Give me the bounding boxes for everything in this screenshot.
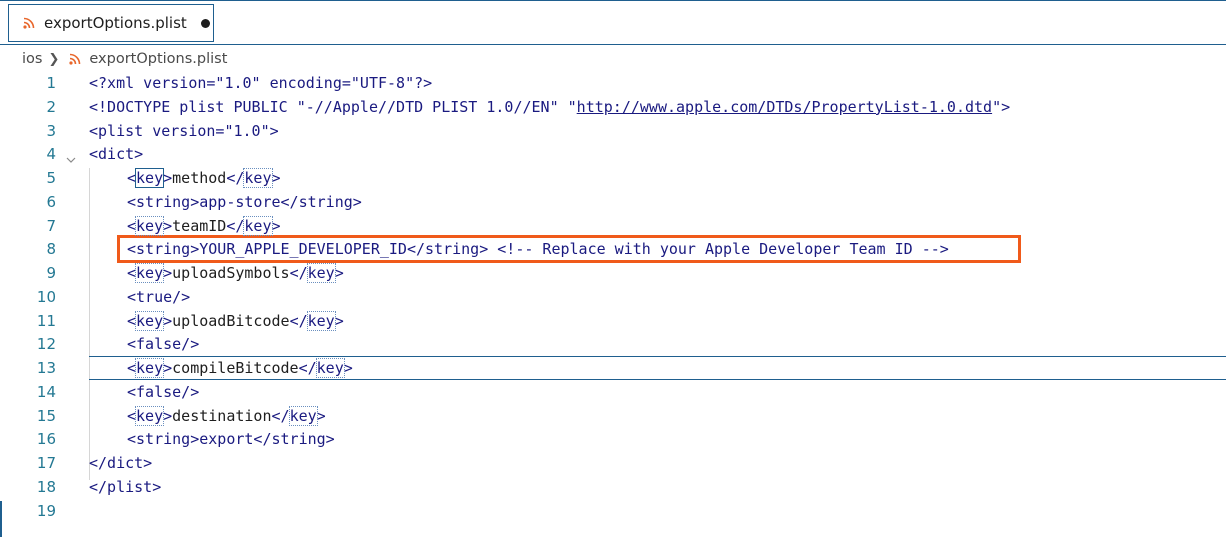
code-line[interactable]: 19	[0, 499, 1226, 523]
code-text: <string>app-store</string>	[127, 192, 362, 211]
code-text: <key>destination</key>	[127, 405, 326, 426]
code-line[interactable]: 14 <false/>	[0, 380, 1226, 404]
code-text: <key>uploadSymbols</key>	[127, 263, 344, 283]
tag-name: key	[243, 215, 273, 236]
line-number: 2	[46, 97, 56, 116]
code-text: <true/>	[127, 287, 191, 306]
code-line[interactable]: 10 <true/>	[0, 285, 1226, 309]
code-text: <key>teamID</key>	[127, 215, 281, 236]
line-number: 6	[46, 192, 56, 211]
tag-name: key	[306, 263, 336, 283]
tag-value: method	[172, 169, 227, 187]
line-number: 1	[46, 74, 56, 92]
tag-value: teamID	[172, 216, 227, 235]
code-text: <key>method</key>	[127, 168, 281, 188]
line-number: 13	[36, 359, 56, 377]
code-editor[interactable]: 1 <?xml version="1.0" encoding="UTF-8"?> 2…	[0, 71, 1226, 537]
code-line[interactable]: 8 <string>YOUR_APPLE_DEVELOPER_ID</string…	[0, 237, 1226, 261]
tag-name: key	[288, 405, 318, 426]
tag-value: uploadBitcode	[172, 311, 290, 330]
code-line[interactable]: 12 <false/>	[0, 332, 1226, 356]
line-number: 17	[36, 454, 56, 472]
tag-name: key	[135, 405, 165, 426]
code-text: <key>uploadBitcode</key>	[127, 310, 344, 331]
tag-name: key	[135, 310, 165, 331]
chevron-right-icon: ❯	[48, 51, 60, 67]
code-line[interactable]: 4 <dict>	[0, 142, 1226, 166]
line-number: 7	[46, 216, 56, 235]
tag-name: key	[135, 215, 165, 236]
code-line[interactable]: 17 </dict>	[0, 451, 1226, 475]
code-line[interactable]: 18 </plist>	[0, 475, 1226, 499]
rss-icon	[23, 17, 35, 29]
tag-name: key	[243, 168, 273, 188]
code-text: <key>compileBitcode</key>	[127, 358, 353, 378]
tab-label: exportOptions.plist	[44, 14, 187, 32]
tag-value: compileBitcode	[172, 359, 299, 377]
line-number: 14	[36, 382, 56, 401]
line-number: 12	[36, 335, 56, 354]
line-number: 10	[36, 287, 56, 306]
line-number: 11	[36, 311, 56, 330]
code-line[interactable]: 7 <key>teamID</key>	[0, 214, 1226, 238]
code-text: <string>YOUR_APPLE_DEVELOPER_ID</string>…	[127, 240, 949, 259]
line-number: 4	[46, 145, 56, 164]
tag-name: key	[306, 310, 336, 331]
code-line[interactable]: 11 <key>uploadBitcode</key>	[0, 309, 1226, 333]
line-number: 3	[46, 121, 56, 140]
line-number: 8	[46, 240, 56, 259]
code-text: </dict>	[89, 454, 153, 472]
breadcrumb: ios ❯ exportOptions.plist	[22, 48, 227, 70]
code-text: <dict>	[89, 145, 144, 164]
code-line[interactable]: 1 <?xml version="1.0" encoding="UTF-8"?>	[0, 71, 1226, 95]
tag-value: destination	[172, 406, 272, 425]
rss-icon	[69, 53, 81, 65]
unsaved-dot-icon[interactable]	[200, 18, 210, 28]
tag-name: key	[135, 168, 165, 188]
line-number: 16	[36, 430, 56, 449]
tag-name: key	[135, 263, 165, 283]
tab-exportoptions-plist[interactable]: exportOptions.plist	[8, 4, 214, 42]
code-text: </plist>	[89, 477, 162, 496]
code-line[interactable]: 9 <key>uploadSymbols</key>	[0, 261, 1226, 285]
code-text: <plist version="1.0">	[89, 121, 279, 140]
tab-bar: exportOptions.plist	[0, 0, 1226, 45]
breadcrumb-folder[interactable]: ios	[22, 51, 42, 67]
code-line[interactable]: 15 <key>destination</key>	[0, 404, 1226, 428]
code-line[interactable]: 16 <string>export</string>	[0, 427, 1226, 451]
line-number: 15	[36, 406, 56, 425]
line-number: 5	[46, 169, 56, 187]
code-text: <!DOCTYPE plist PUBLIC "-//Apple//DTD PL…	[89, 97, 1011, 116]
code-line[interactable]: 2 <!DOCTYPE plist PUBLIC "-//Apple//DTD P…	[0, 95, 1226, 119]
tag-value: uploadSymbols	[172, 264, 290, 282]
code-text: <false/>	[127, 382, 200, 401]
code-line[interactable]: 3 <plist version="1.0">	[0, 119, 1226, 143]
code-text: <?xml version="1.0" encoding="UTF-8"?>	[89, 74, 433, 92]
code-text: <string>export</string>	[127, 430, 335, 449]
tag-name: key	[315, 358, 345, 378]
dtd-link[interactable]: http://www.apple.com/DTDs/PropertyList-1…	[577, 98, 992, 116]
code-line[interactable]: 5 <key>method</key>	[0, 166, 1226, 190]
line-number: 9	[46, 264, 56, 282]
code-line[interactable]: 6 <string>app-store</string>	[0, 190, 1226, 214]
code-text: <false/>	[127, 335, 200, 354]
line-number: 19	[36, 501, 56, 520]
code-line[interactable]: 13 <key>compileBitcode</key>	[0, 356, 1226, 380]
breadcrumb-file[interactable]: exportOptions.plist	[89, 51, 227, 67]
fold-chevron-icon[interactable]	[66, 148, 76, 164]
line-number: 18	[36, 477, 56, 496]
tag-name: key	[135, 358, 165, 378]
